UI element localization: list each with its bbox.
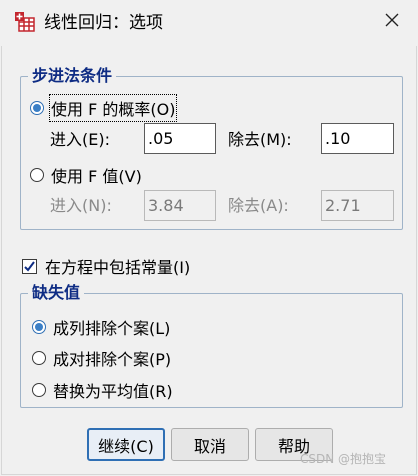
listwise-label: 成列排除个案(L) bbox=[53, 319, 171, 338]
include-constant-option[interactable]: 在方程中包括常量(I) bbox=[22, 254, 190, 278]
title-bar: 线性回归：选项 bbox=[0, 0, 418, 46]
missing-option-listwise[interactable]: 成列排除个案(L) bbox=[32, 315, 170, 339]
use-f-value-option[interactable]: 使用 F 值(V) bbox=[30, 163, 142, 187]
missing-option-pairwise[interactable]: 成对排除个案(P) bbox=[32, 346, 171, 370]
spss-table-icon bbox=[14, 11, 36, 33]
entry-probability-input[interactable]: .05 bbox=[144, 123, 216, 154]
pairwise-radio[interactable] bbox=[32, 351, 46, 365]
use-probability-radio[interactable] bbox=[30, 101, 44, 115]
use-probability-option[interactable]: 使用 F 的概率(O) bbox=[30, 94, 178, 122]
removal-probability-label: 除去(M): bbox=[228, 130, 292, 149]
removal-probability-input[interactable]: .10 bbox=[321, 123, 394, 154]
continue-button[interactable]: 继续(C) bbox=[87, 428, 165, 461]
include-constant-label: 在方程中包括常量(I) bbox=[45, 258, 191, 277]
removal-value-input[interactable]: 2.71 bbox=[321, 190, 394, 221]
use-f-value-label: 使用 F 值(V) bbox=[51, 167, 142, 186]
use-f-value-radio[interactable] bbox=[30, 168, 44, 182]
entry-probability-label: 进入(E): bbox=[50, 130, 110, 149]
pairwise-label: 成对排除个案(P) bbox=[53, 350, 172, 369]
include-constant-checkbox[interactable] bbox=[22, 258, 37, 274]
close-icon bbox=[384, 12, 400, 32]
cancel-button[interactable]: 取消 bbox=[171, 428, 249, 461]
watermark: CSDN @抱抱宝 bbox=[300, 452, 387, 466]
checkmark-icon bbox=[24, 260, 35, 272]
missing-option-mean[interactable]: 替换为平均值(R) bbox=[32, 378, 173, 402]
mean-label: 替换为平均值(R) bbox=[53, 382, 173, 401]
missing-values-legend: 缺失值 bbox=[28, 283, 85, 303]
use-probability-label: 使用 F 的概率(O) bbox=[48, 94, 178, 122]
entry-value-label: 进入(N): bbox=[50, 196, 112, 215]
listwise-radio[interactable] bbox=[32, 320, 46, 334]
mean-radio[interactable] bbox=[32, 383, 46, 397]
window-title: 线性回归：选项 bbox=[44, 13, 163, 33]
stepping-criteria-legend: 步进法条件 bbox=[28, 66, 117, 86]
removal-value-label: 除去(A): bbox=[228, 196, 289, 215]
entry-value-input[interactable]: 3.84 bbox=[144, 190, 216, 221]
close-button[interactable] bbox=[372, 4, 412, 40]
